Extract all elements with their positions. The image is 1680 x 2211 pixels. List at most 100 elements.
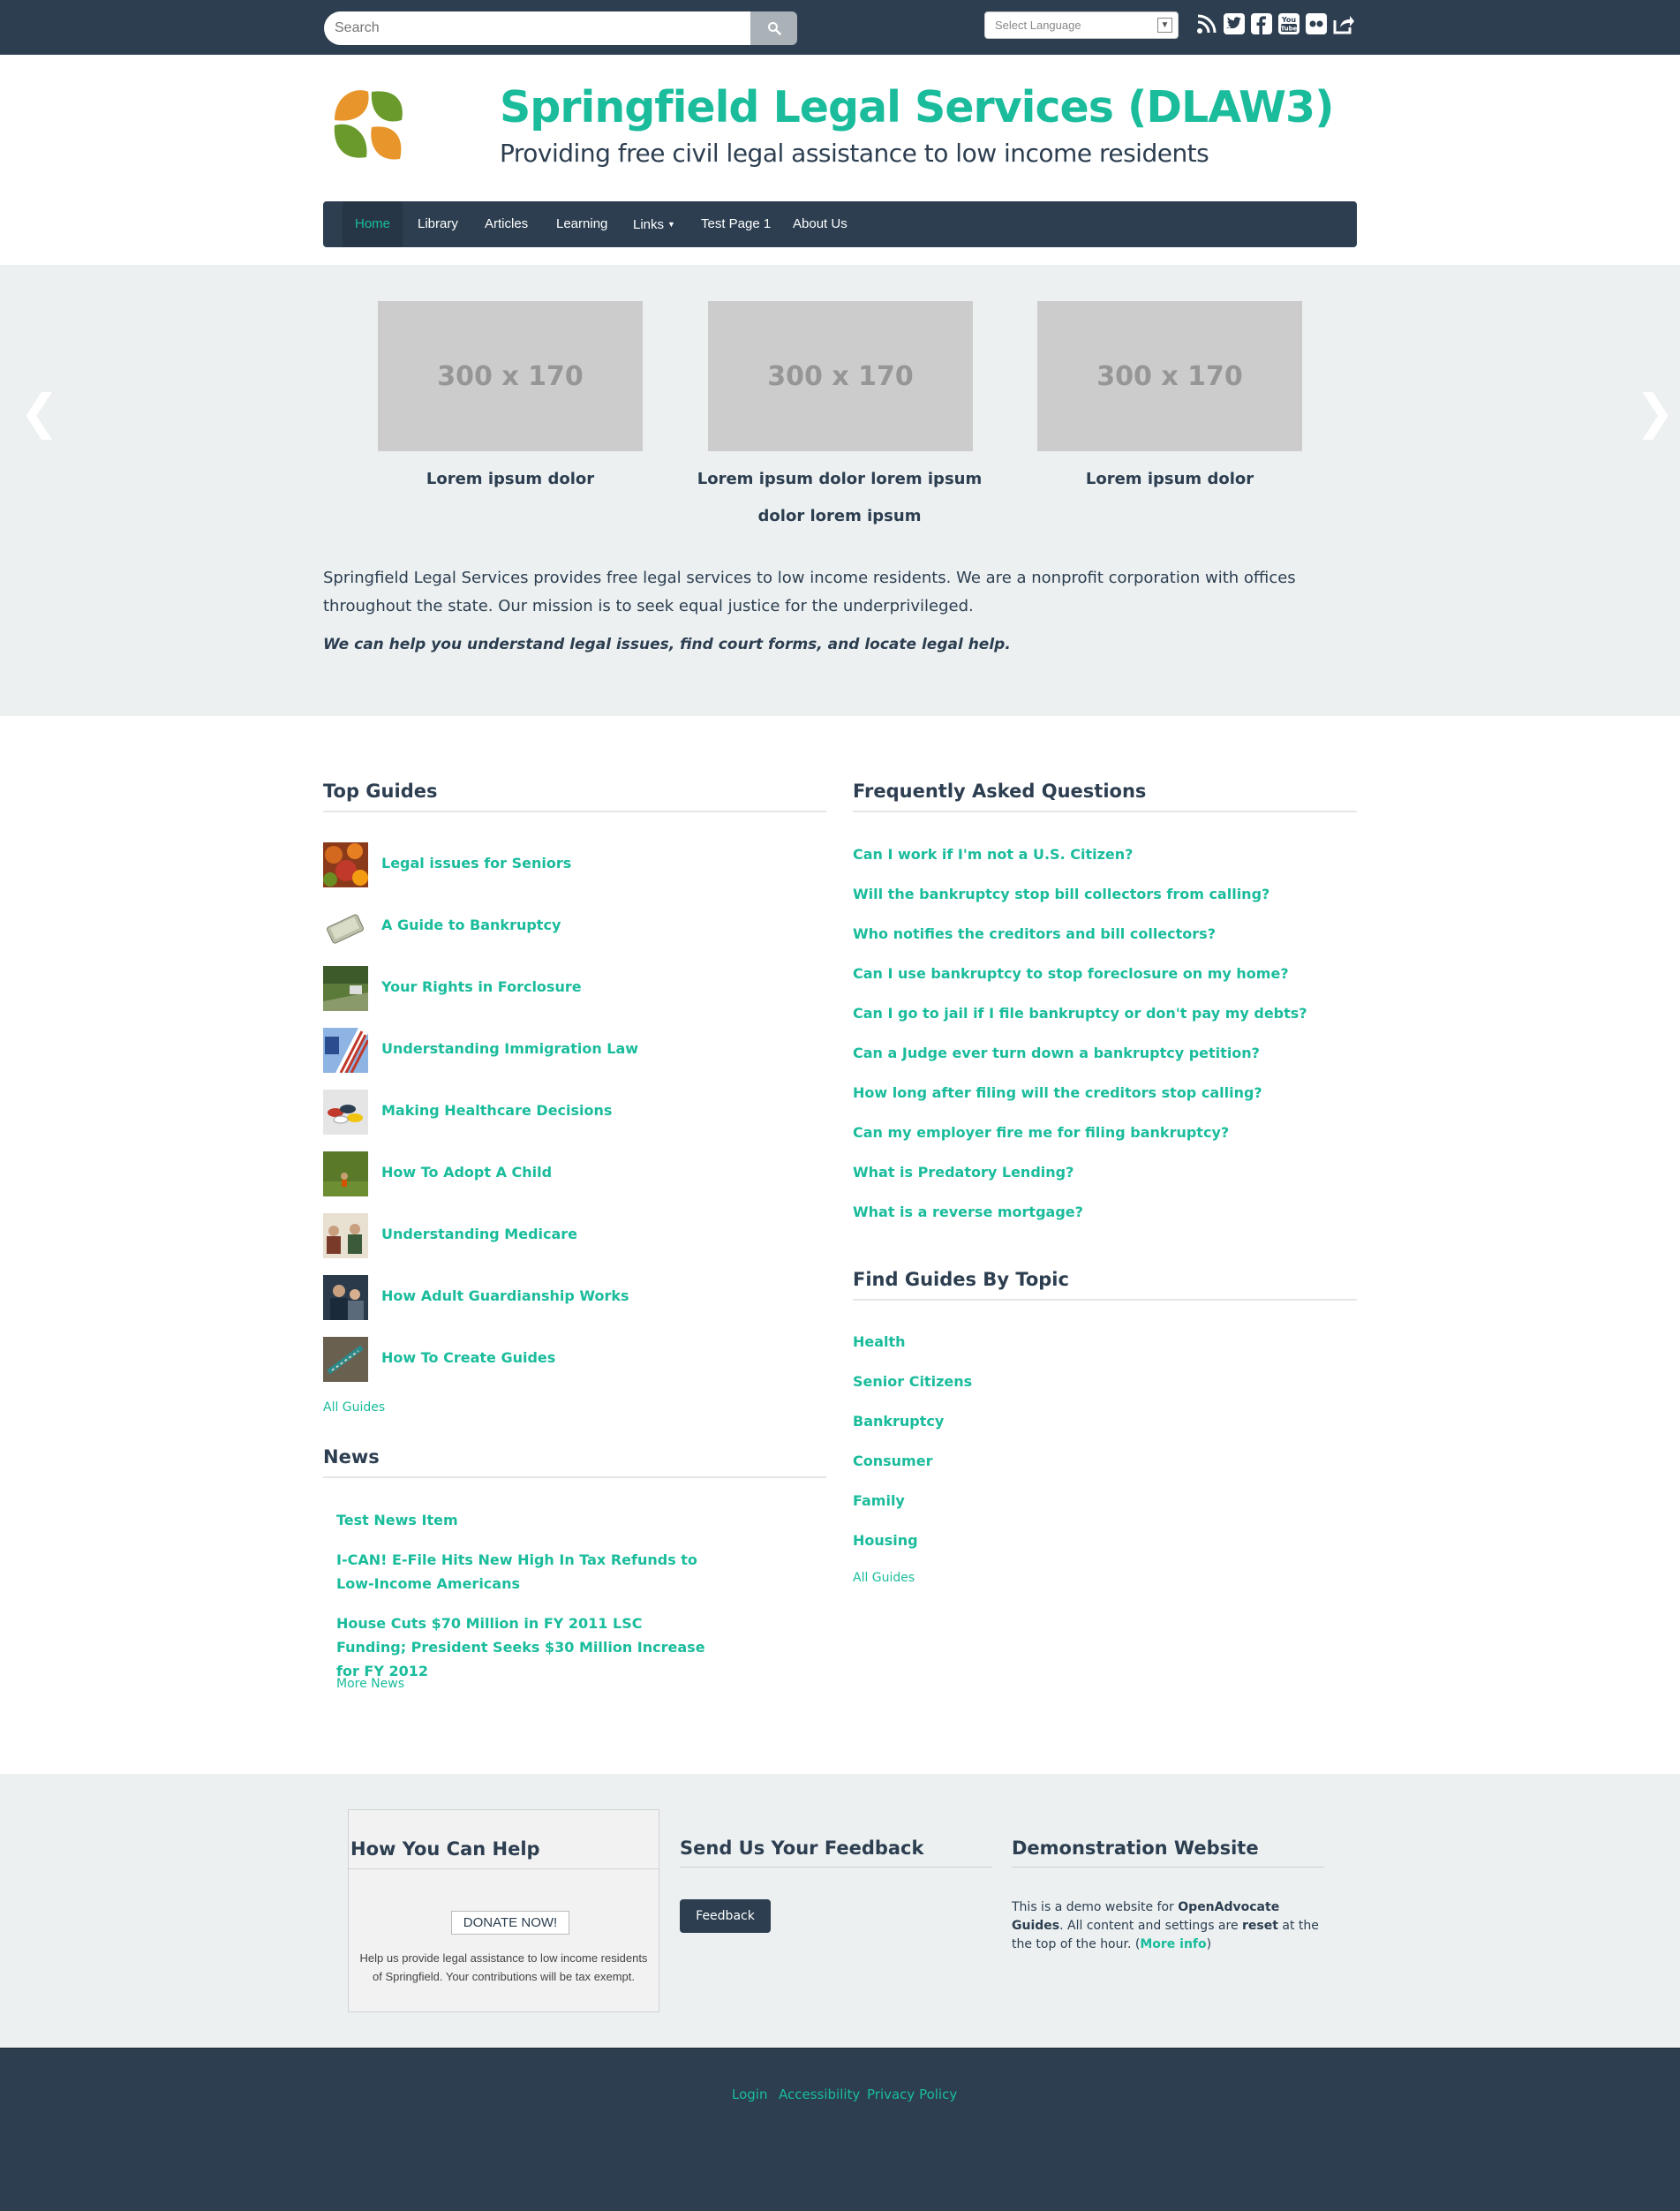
- faq-item[interactable]: Can my employer fire me for filing bankr…: [853, 1124, 1229, 1141]
- demo-reset: reset: [1242, 1919, 1278, 1933]
- nav-links[interactable]: Links ▼: [633, 201, 675, 247]
- guide-link[interactable]: Understanding Immigration Law: [381, 1040, 638, 1057]
- feedback-heading: Send Us Your Feedback: [680, 1837, 924, 1859]
- intro-tagline: We can help you understand legal issues,…: [323, 636, 1011, 653]
- topic-link[interactable]: Housing: [853, 1532, 918, 1549]
- footer-accessibility-link[interactable]: Accessibility: [779, 2086, 860, 2102]
- topic-link[interactable]: Bankruptcy: [853, 1413, 944, 1430]
- slide-caption[interactable]: Lorem ipsum dolor: [1006, 461, 1333, 498]
- faq-item[interactable]: How long after filing will the creditors…: [853, 1084, 1262, 1101]
- news-item[interactable]: Test News Item: [336, 1508, 707, 1532]
- demo-text-part: This is a demo website for: [1012, 1900, 1179, 1914]
- more-info-link[interactable]: More info: [1140, 1937, 1206, 1951]
- nav-library[interactable]: Library: [418, 201, 458, 247]
- guide-item[interactable]: How To Create Guides: [323, 1337, 817, 1383]
- site-logo[interactable]: [331, 85, 409, 164]
- language-select[interactable]: Select Language ▼: [984, 11, 1179, 39]
- slide-image[interactable]: 300 x 170: [1037, 301, 1302, 451]
- top-guides-heading: Top Guides: [323, 781, 438, 802]
- share-icon[interactable]: [1332, 12, 1355, 35]
- footer-privacy-link[interactable]: Privacy Policy: [867, 2086, 957, 2102]
- slide-image[interactable]: 300 x 170: [378, 301, 643, 451]
- guide-link[interactable]: Making Healthcare Decisions: [381, 1102, 612, 1119]
- demo-text: This is a demo website for OpenAdvocate …: [1012, 1898, 1330, 1954]
- search-form: [324, 11, 797, 45]
- nav-learning[interactable]: Learning: [556, 201, 607, 247]
- guide-link[interactable]: How Adult Guardianship Works: [381, 1287, 629, 1304]
- divider: [323, 1476, 826, 1478]
- all-guides-link[interactable]: All Guides: [323, 1400, 385, 1415]
- flickr-icon[interactable]: [1305, 12, 1328, 35]
- carousel-next-icon[interactable]: ❯: [1635, 387, 1675, 438]
- nav-about-us[interactable]: About Us: [793, 201, 848, 247]
- twitter-icon[interactable]: [1223, 12, 1246, 35]
- faq-item[interactable]: What is Predatory Lending?: [853, 1164, 1074, 1181]
- guide-thumbnail: [323, 1275, 368, 1320]
- divider: [853, 811, 1357, 812]
- feedback-button[interactable]: Feedback: [680, 1899, 771, 1933]
- svg-text:You: You: [1281, 16, 1297, 24]
- faq-item[interactable]: Can I go to jail if I file bankruptcy or…: [853, 1005, 1307, 1022]
- all-guides-link[interactable]: All Guides: [853, 1571, 915, 1585]
- top-bar: Select Language ▼ You Tube: [0, 0, 1680, 55]
- faq-item[interactable]: Can I work if I'm not a U.S. Citizen?: [853, 846, 1133, 863]
- guide-link[interactable]: A Guide to Bankruptcy: [381, 917, 561, 933]
- demo-text-part: ): [1206, 1937, 1212, 1951]
- slide-caption[interactable]: Lorem ipsum dolor lorem ipsum dolor lore…: [676, 461, 1003, 535]
- slide-image[interactable]: 300 x 170: [708, 301, 973, 451]
- donate-button[interactable]: DONATE NOW!: [451, 1911, 569, 1935]
- slide-caption[interactable]: Lorem ipsum dolor: [347, 461, 674, 498]
- guide-thumbnail: [323, 904, 368, 949]
- faq-item[interactable]: Can I use bankruptcy to stop foreclosure…: [853, 965, 1289, 982]
- site-title[interactable]: Springfield Legal Services (DLAW3): [500, 82, 1334, 132]
- lower-band: [0, 1774, 1680, 2048]
- guide-item[interactable]: Understanding Immigration Law: [323, 1028, 817, 1074]
- news-heading: News: [323, 1446, 380, 1468]
- faq-item[interactable]: What is a reverse mortgage?: [853, 1204, 1083, 1220]
- youtube-icon[interactable]: You Tube: [1277, 12, 1300, 35]
- guide-item[interactable]: How To Adopt A Child: [323, 1151, 817, 1197]
- guide-thumbnail: [323, 966, 368, 1011]
- demo-heading: Demonstration Website: [1012, 1837, 1259, 1859]
- search-input[interactable]: [324, 11, 750, 45]
- guide-item[interactable]: Legal issues for Seniors: [323, 842, 817, 888]
- chevron-down-icon: ▼: [1157, 18, 1172, 33]
- guide-item[interactable]: Understanding Medicare: [323, 1213, 817, 1259]
- guide-link[interactable]: Understanding Medicare: [381, 1226, 577, 1242]
- guide-link[interactable]: How To Adopt A Child: [381, 1164, 552, 1181]
- guide-item[interactable]: Your Rights in Forclosure: [323, 966, 817, 1012]
- guide-thumbnail: [323, 1028, 368, 1073]
- help-heading: How You Can Help: [350, 1838, 540, 1860]
- topic-link[interactable]: Family: [853, 1492, 905, 1509]
- rss-icon[interactable]: [1195, 12, 1218, 35]
- divider: [323, 811, 826, 812]
- topic-link[interactable]: Health: [853, 1333, 906, 1350]
- guide-link[interactable]: Legal issues for Seniors: [381, 855, 571, 872]
- language-select-value: Select Language: [995, 19, 1081, 32]
- guide-item[interactable]: A Guide to Bankruptcy: [323, 904, 817, 950]
- divider: [349, 1868, 659, 1869]
- more-news-link[interactable]: More News: [336, 1677, 404, 1691]
- footer-login-link[interactable]: Login: [732, 2086, 767, 2102]
- guide-item[interactable]: Making Healthcare Decisions: [323, 1090, 817, 1136]
- nav-home[interactable]: Home: [343, 201, 403, 247]
- faq-item[interactable]: Who notifies the creditors and bill coll…: [853, 925, 1216, 942]
- divider: [680, 1867, 992, 1868]
- topic-link[interactable]: Consumer: [853, 1453, 932, 1469]
- facebook-icon[interactable]: [1250, 12, 1273, 35]
- news-item[interactable]: I-CAN! E-File Hits New High In Tax Refun…: [336, 1548, 707, 1596]
- guide-link[interactable]: Your Rights in Forclosure: [381, 978, 582, 995]
- nav-test-page-1[interactable]: Test Page 1: [701, 201, 771, 247]
- guide-link[interactable]: How To Create Guides: [381, 1349, 555, 1366]
- news-item[interactable]: House Cuts $70 Million in FY 2011 LSC Fu…: [336, 1611, 707, 1683]
- faq-item[interactable]: Can a Judge ever turn down a bankruptcy …: [853, 1045, 1260, 1061]
- topic-link[interactable]: Senior Citizens: [853, 1373, 972, 1390]
- guide-item[interactable]: How Adult Guardianship Works: [323, 1275, 817, 1321]
- carousel-prev-icon[interactable]: ❮: [19, 387, 59, 438]
- nav-articles[interactable]: Articles: [485, 201, 528, 247]
- search-button[interactable]: [750, 11, 797, 45]
- guide-thumbnail: [323, 842, 368, 887]
- faq-item[interactable]: Will the bankruptcy stop bill collectors…: [853, 886, 1269, 902]
- footer: [0, 2048, 1680, 2211]
- social-links: You Tube: [1195, 12, 1355, 35]
